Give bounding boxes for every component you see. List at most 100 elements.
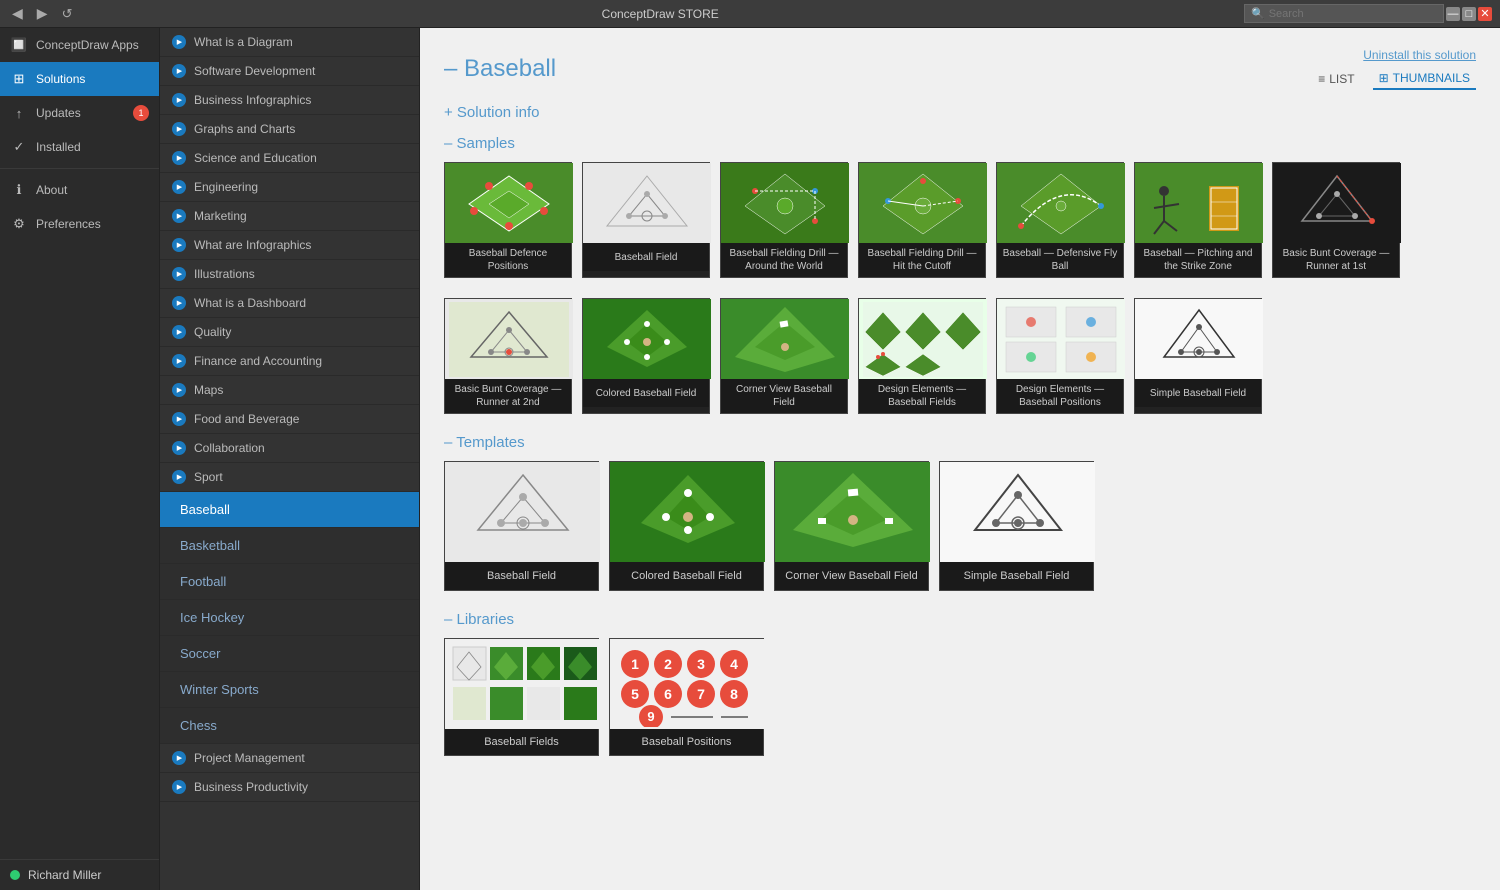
sample-item-corner-view[interactable]: Corner View Baseball Field: [720, 298, 848, 414]
nav-refresh-button[interactable]: ↺: [58, 4, 77, 24]
sport-subitem-soccer[interactable]: Soccer: [160, 636, 419, 672]
sport-subitem-basketball[interactable]: Basketball: [160, 528, 419, 564]
template-thumbnail-svg: [943, 465, 1093, 560]
sidebar-item-solutions[interactable]: ⊞ Solutions: [0, 62, 159, 96]
solution-item-finance-accounting[interactable]: Finance and Accounting: [160, 347, 419, 376]
list-view-button[interactable]: ≡ LIST: [1312, 69, 1360, 89]
sample-item-baseball-field[interactable]: Baseball Field: [582, 162, 710, 278]
preferences-icon: ⚙: [10, 215, 28, 233]
libraries-header[interactable]: – Libraries: [444, 611, 1476, 628]
uninstall-link[interactable]: Uninstall this solution: [1363, 48, 1476, 62]
solution-item-marketing[interactable]: Marketing: [160, 202, 419, 231]
sport-subitem-chess[interactable]: Chess: [160, 708, 419, 744]
sample-item-design-elements-fields[interactable]: Design Elements — Baseball Fields: [858, 298, 986, 414]
solution-item-business-productivity[interactable]: Business Productivity: [160, 773, 419, 802]
samples-header[interactable]: – Samples: [444, 135, 1476, 152]
search-bar[interactable]: 🔍: [1244, 4, 1444, 23]
sidebar-item-label: Updates: [36, 106, 81, 120]
sidebar-item-preferences[interactable]: ⚙ Preferences: [0, 207, 159, 241]
sport-subitem-ice-hockey[interactable]: Ice Hockey: [160, 600, 419, 636]
solution-item-collaboration[interactable]: Collaboration: [160, 434, 419, 463]
sample-item-bunt-coverage-2nd[interactable]: Basic Bunt Coverage — Runner at 2nd: [444, 298, 572, 414]
template-thumbnail-svg: [613, 465, 763, 560]
sample-item-defensive-fly-ball[interactable]: Baseball — Defensive Fly Ball: [996, 162, 1124, 278]
sample-label: Baseball Defence Positions: [445, 243, 571, 277]
solution-item-science-education[interactable]: Science and Education: [160, 144, 419, 173]
sample-item-fielding-drill-around-world[interactable]: Baseball Fielding Drill — Around the Wor…: [720, 162, 848, 278]
sample-item-fielding-drill-cutoff[interactable]: Baseball Fielding Drill — Hit the Cutoff: [858, 162, 986, 278]
solution-item-maps[interactable]: Maps: [160, 376, 419, 405]
search-input[interactable]: [1269, 8, 1437, 20]
solution-item-illustrations[interactable]: Illustrations: [160, 260, 419, 289]
solution-item-what-is-diagram[interactable]: What is a Diagram: [160, 28, 419, 57]
thumbnails-view-button[interactable]: ⊞ THUMBNAILS: [1373, 68, 1476, 90]
list-icon: ≡: [1318, 72, 1325, 86]
svg-text:3: 3: [697, 656, 705, 672]
sport-subitem-football[interactable]: Football: [160, 564, 419, 600]
templates-header[interactable]: – Templates: [444, 434, 1476, 451]
sample-thumbnail-svg: [1139, 166, 1259, 241]
sample-item-baseball-defence-positions[interactable]: Baseball Defence Positions: [444, 162, 572, 278]
solution-arrow-icon: [172, 122, 186, 136]
sample-item-design-elements-positions[interactable]: Design Elements — Baseball Positions: [996, 298, 1124, 414]
solution-item-what-are-infographics[interactable]: What are Infographics: [160, 231, 419, 260]
template-item-baseball-field[interactable]: Baseball Field: [444, 461, 599, 591]
svg-text:5: 5: [631, 686, 639, 702]
solution-item-software-dev[interactable]: Software Development: [160, 57, 419, 86]
sample-label: Baseball Fielding Drill — Hit the Cutoff: [859, 243, 985, 277]
close-button[interactable]: ✕: [1478, 7, 1492, 21]
svg-text:7: 7: [697, 686, 705, 702]
solution-arrow-icon: [172, 209, 186, 223]
sample-item-bunt-coverage-1st[interactable]: Basic Bunt Coverage — Runner at 1st: [1272, 162, 1400, 278]
sport-subitem-winter-sports[interactable]: Winter Sports: [160, 672, 419, 708]
template-item-simple-field[interactable]: Simple Baseball Field: [939, 461, 1094, 591]
sidebar-item-updates[interactable]: ↑ Updates 1: [0, 96, 159, 130]
sample-item-colored-baseball-field[interactable]: Colored Baseball Field: [582, 298, 710, 414]
sample-label: Baseball — Defensive Fly Ball: [997, 243, 1123, 277]
solution-item-food-beverage[interactable]: Food and Beverage: [160, 405, 419, 434]
sample-label: Design Elements — Baseball Fields: [859, 379, 985, 413]
sample-label: Baseball — Pitching and the Strike Zone: [1135, 243, 1261, 277]
template-thumbnail-svg: [778, 465, 928, 560]
solution-item-sport[interactable]: Sport: [160, 463, 419, 492]
nav-divider: [0, 168, 159, 169]
search-icon: 🔍: [1251, 7, 1265, 20]
template-label: Corner View Baseball Field: [775, 562, 928, 590]
solution-item-graphs-charts[interactable]: Graphs and Charts: [160, 115, 419, 144]
titlebar-left: ◀ ▶ ↺: [8, 3, 76, 24]
installed-icon: ✓: [10, 138, 28, 156]
sample-item-pitching-strike-zone[interactable]: Baseball — Pitching and the Strike Zone: [1134, 162, 1262, 278]
solution-arrow-icon: [172, 296, 186, 310]
sample-thumbnail-svg: [1001, 166, 1121, 241]
solution-item-business-infographics[interactable]: Business Infographics: [160, 86, 419, 115]
solution-arrow-icon: [172, 780, 186, 794]
nav-back-button[interactable]: ◀: [8, 3, 27, 24]
sport-subitem-baseball[interactable]: Baseball: [160, 492, 419, 528]
sidebar-item-about[interactable]: ℹ About: [0, 173, 159, 207]
minimize-button[interactable]: —: [1446, 7, 1460, 21]
sample-item-simple-baseball-field[interactable]: Simple Baseball Field: [1134, 298, 1262, 414]
solutions-panel: What is a Diagram Software Development B…: [160, 28, 420, 890]
solution-info-header[interactable]: + Solution info: [444, 104, 1476, 121]
library-thumbnail-svg: 1 2 3 4 5 6 7 8: [613, 642, 763, 727]
solution-arrow-icon: [172, 238, 186, 252]
maximize-button[interactable]: □: [1462, 7, 1476, 21]
sidebar-item-installed[interactable]: ✓ Installed: [0, 130, 159, 164]
sidebar-item-label: About: [36, 183, 67, 197]
sample-label: Basic Bunt Coverage — Runner at 1st: [1273, 243, 1399, 277]
solution-item-what-is-dashboard[interactable]: What is a Dashboard: [160, 289, 419, 318]
solution-item-quality[interactable]: Quality: [160, 318, 419, 347]
library-item-baseball-positions[interactable]: 1 2 3 4 5 6 7 8: [609, 638, 764, 756]
sample-thumbnail-svg: [725, 166, 845, 241]
svg-text:1: 1: [631, 656, 639, 672]
template-item-colored-field[interactable]: Colored Baseball Field: [609, 461, 764, 591]
library-item-baseball-fields[interactable]: Baseball Fields: [444, 638, 599, 756]
solutions-icon: ⊞: [10, 70, 28, 88]
sidebar-item-conceptdraw-apps[interactable]: 🔲 ConceptDraw Apps: [0, 28, 159, 62]
template-item-corner-view[interactable]: Corner View Baseball Field: [774, 461, 929, 591]
samples-grid: Baseball Defence Positions Baseball Fie: [444, 162, 1476, 278]
sample-thumbnail-svg: [1001, 302, 1121, 377]
nav-forward-button[interactable]: ▶: [33, 3, 52, 24]
solution-item-engineering[interactable]: Engineering: [160, 173, 419, 202]
solution-item-project-management[interactable]: Project Management: [160, 744, 419, 773]
